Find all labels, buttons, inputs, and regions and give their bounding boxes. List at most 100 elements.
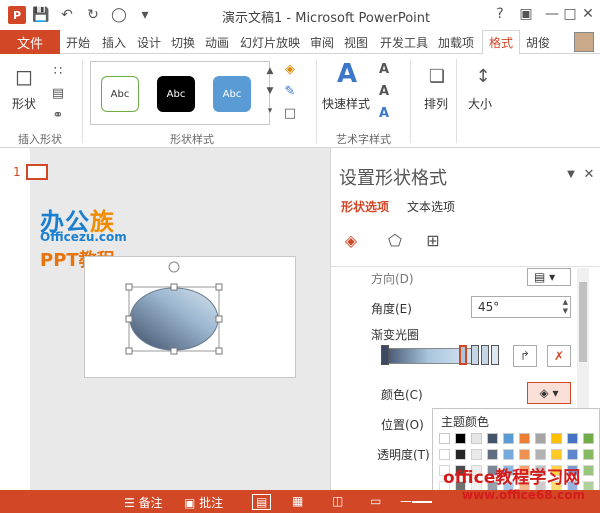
text-outline-icon[interactable]: A (376, 83, 392, 99)
zoom-out-icon[interactable]: — (400, 494, 412, 508)
tab-transitions[interactable]: 切换 (171, 30, 195, 54)
edit-shape-icon[interactable]: ∷ (50, 63, 66, 79)
color-swatch[interactable] (503, 449, 514, 460)
gallery-up-icon[interactable]: ▲ (262, 63, 278, 79)
undo-icon[interactable]: ↶ (56, 4, 78, 26)
tab-animations[interactable]: 动画 (205, 30, 229, 54)
normal-view-icon[interactable]: ▤ (252, 494, 272, 510)
avatar[interactable] (574, 32, 594, 52)
zoom-slider[interactable] (412, 501, 432, 503)
pane-options-icon[interactable]: ▼ (563, 166, 579, 182)
slide-canvas[interactable] (84, 256, 296, 378)
slide-thumbnail[interactable] (26, 164, 48, 180)
gallery-down-icon[interactable]: ▼ (262, 83, 278, 99)
resize-handle[interactable] (215, 347, 223, 355)
ellipse-shape[interactable] (129, 287, 219, 351)
color-swatch[interactable] (455, 449, 466, 460)
customize-quick-access-icon[interactable]: ▾ (134, 4, 156, 26)
gallery-more-icon[interactable]: ▾ (262, 103, 278, 119)
color-swatch[interactable] (471, 449, 482, 460)
color-swatch[interactable] (551, 433, 562, 444)
wordart-quick-styles-icon[interactable]: A (332, 59, 362, 89)
resize-handle[interactable] (125, 347, 133, 355)
direction-dropdown[interactable]: ▤ ▾ (527, 268, 571, 286)
resize-handle[interactable] (125, 315, 133, 323)
text-effects-icon[interactable]: A (376, 105, 392, 121)
shape-button-label[interactable]: 形状 (12, 95, 36, 112)
color-swatch[interactable] (519, 433, 530, 444)
gradient-stop[interactable] (481, 345, 489, 365)
resize-handle[interactable] (215, 315, 223, 323)
redo-icon[interactable]: ↻ (82, 4, 104, 26)
shape-style-gallery[interactable]: Abc Abc Abc (90, 61, 270, 125)
help-icon[interactable]: ? (486, 0, 514, 28)
tab-view[interactable]: 视图 (344, 30, 368, 54)
shape-outline-icon[interactable]: ✎ (282, 83, 298, 99)
color-swatch[interactable] (551, 449, 562, 460)
tab-home[interactable]: 开始 (66, 30, 90, 54)
save-icon[interactable]: 💾 (30, 4, 52, 26)
angle-spinner-icon[interactable]: ▲ ▼ (563, 298, 568, 316)
color-swatch[interactable] (519, 449, 530, 460)
close-icon[interactable]: ✕ (574, 0, 600, 28)
rotate-handle-icon[interactable] (168, 261, 180, 273)
shape-fill-icon[interactable]: ◈ (282, 61, 298, 77)
pane-close-icon[interactable]: ✕ (581, 166, 597, 182)
tab-format[interactable]: 格式 (482, 30, 521, 55)
color-swatch[interactable] (503, 433, 514, 444)
add-stop-button[interactable]: ↱ (513, 345, 537, 367)
color-swatch[interactable] (567, 433, 578, 444)
slideshow-icon[interactable]: ▭ (370, 494, 381, 508)
tab-shape-options[interactable]: 形状选项 (341, 198, 389, 215)
style-sample-black[interactable]: Abc (157, 76, 195, 112)
gradient-stop[interactable] (471, 345, 479, 365)
tab-addins[interactable]: 加载项 (438, 30, 474, 54)
powerpoint-app-icon[interactable]: P (8, 6, 26, 24)
color-swatch[interactable] (439, 433, 450, 444)
color-swatch[interactable] (487, 433, 498, 444)
quick-styles-label[interactable]: 快速样式 (322, 95, 370, 112)
ribbon-display-icon[interactable]: ▣ (512, 0, 540, 28)
style-sample-blue[interactable]: Abc (213, 76, 251, 112)
size-properties-icon[interactable]: ⊞ (421, 228, 445, 252)
remove-stop-button[interactable]: ✗ (547, 345, 571, 367)
tab-text-options[interactable]: 文本选项 (407, 198, 455, 215)
arrange-icon[interactable]: ❏ (424, 63, 450, 89)
comments-button[interactable]: ▣ 批注 (184, 494, 223, 511)
reading-view-icon[interactable]: ◫ (332, 494, 343, 508)
color-swatch[interactable] (535, 433, 546, 444)
slide-sorter-icon[interactable]: ▦ (292, 494, 303, 508)
color-swatch[interactable] (471, 433, 482, 444)
tab-file[interactable]: 文件 (0, 30, 60, 54)
color-swatch[interactable] (535, 449, 546, 460)
resize-handle[interactable] (170, 283, 178, 291)
tab-insert[interactable]: 插入 (102, 30, 126, 54)
text-box-icon[interactable]: ▤ (50, 85, 66, 101)
fill-line-icon[interactable]: ◈ (339, 228, 363, 252)
gradient-stop[interactable] (491, 345, 499, 365)
arrange-button-label[interactable]: 排列 (424, 95, 448, 112)
color-swatch[interactable] (455, 433, 466, 444)
color-swatch[interactable] (583, 465, 594, 476)
tab-slideshow[interactable]: 幻灯片放映 (240, 30, 300, 54)
style-sample-outline[interactable]: Abc (101, 76, 139, 112)
resize-handle[interactable] (215, 283, 223, 291)
present-icon[interactable]: ◯ (108, 4, 130, 26)
resize-handle[interactable] (170, 347, 178, 355)
angle-input[interactable]: 45° ▲ ▼ (471, 296, 571, 318)
effects-icon[interactable]: ⬠ (383, 228, 407, 252)
color-swatch[interactable] (487, 449, 498, 460)
shape-effects-icon[interactable]: □ (282, 105, 298, 121)
tab-design[interactable]: 设计 (137, 30, 161, 54)
notes-button[interactable]: ☰ 备注 (124, 494, 163, 511)
color-swatch[interactable] (583, 449, 594, 460)
scrollbar-thumb[interactable] (579, 282, 587, 362)
gradient-stop-selected[interactable] (459, 345, 467, 365)
color-swatch[interactable] (567, 449, 578, 460)
resize-handle[interactable] (125, 283, 133, 291)
gradient-stop[interactable] (381, 345, 389, 365)
text-fill-icon[interactable]: A (376, 61, 392, 77)
tab-review[interactable]: 审阅 (310, 30, 334, 54)
color-swatch[interactable] (583, 433, 594, 444)
merge-shapes-icon[interactable]: ⚭ (50, 107, 66, 123)
